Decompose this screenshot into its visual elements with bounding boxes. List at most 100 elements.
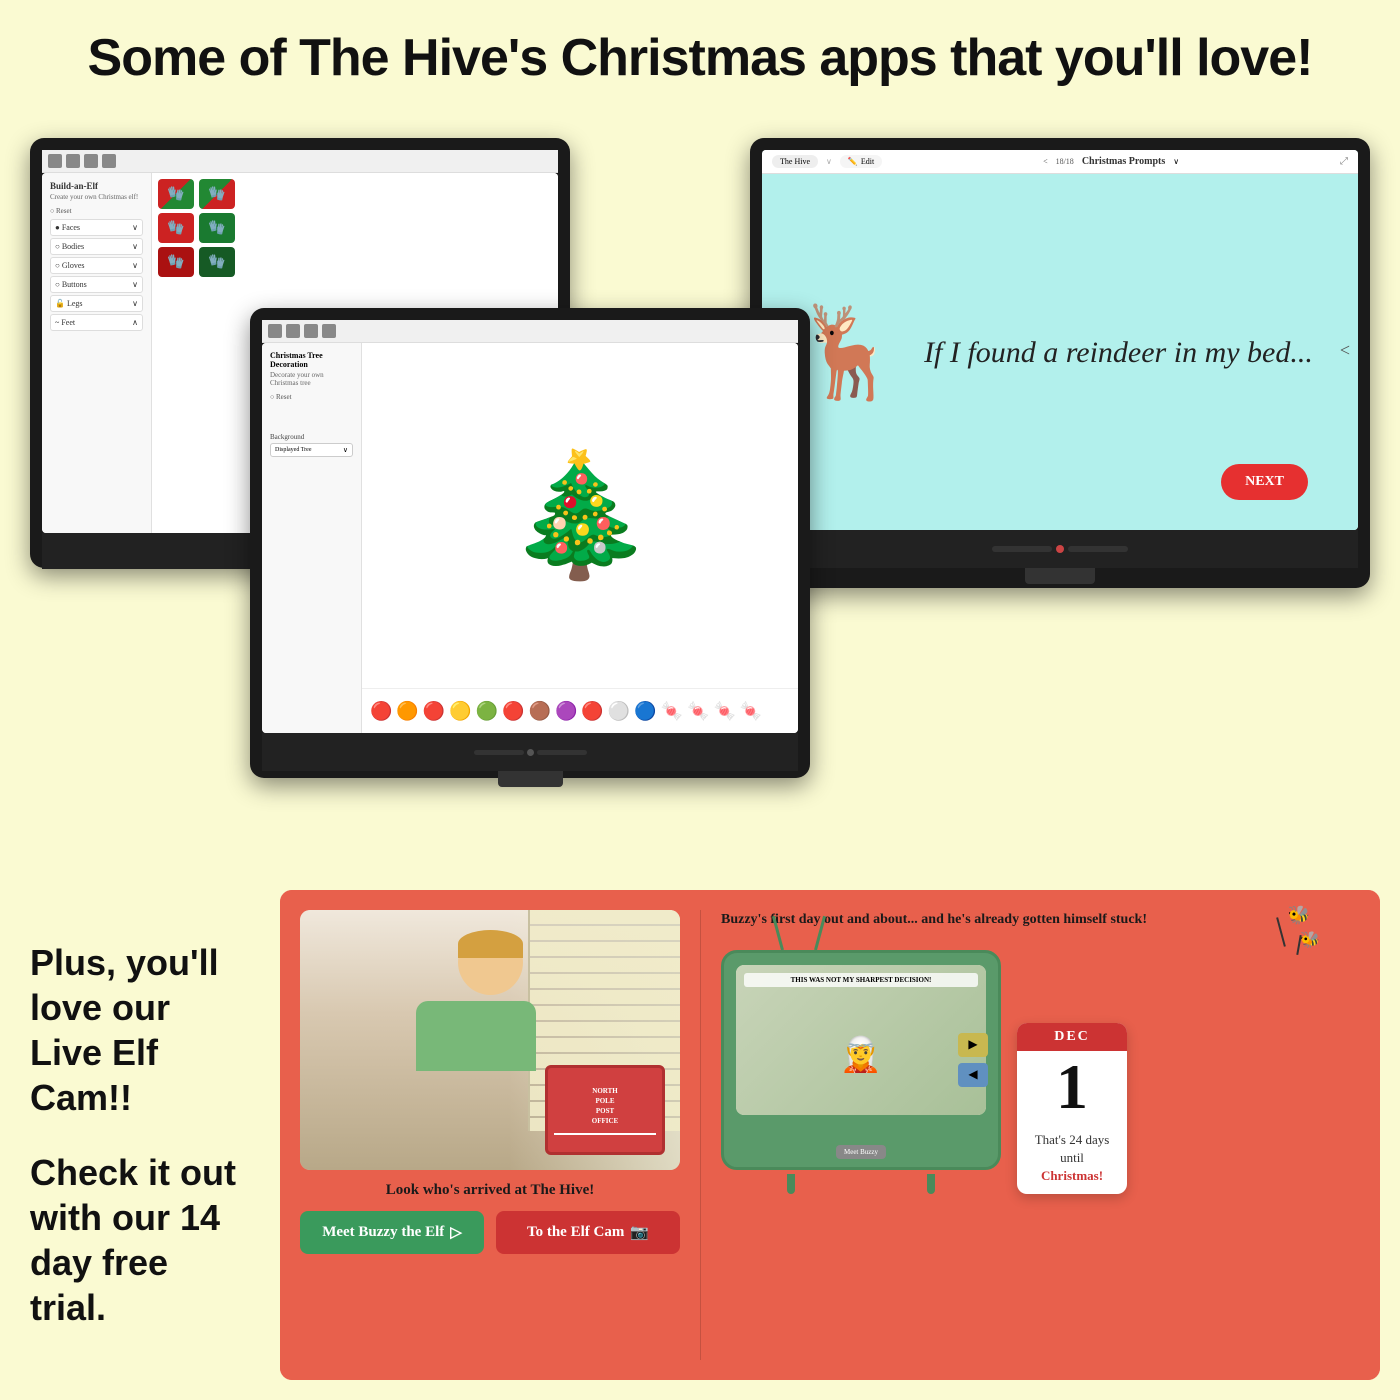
prompts-edit[interactable]: ✏️ Edit: [840, 155, 882, 168]
candy-2[interactable]: 🍬: [687, 701, 709, 722]
video-preview: NORTHPOLEPOSTOFFICE: [300, 910, 680, 1170]
ornament-3[interactable]: 🔴: [423, 701, 445, 722]
toolbar-btn-2[interactable]: [66, 154, 80, 168]
tv-legs: [721, 1174, 1001, 1194]
tv-screen: THIS WAS NOT MY SHARPEST DECISION! 🧝: [736, 965, 986, 1115]
tree-screen: Christmas Tree Decoration Decorate your …: [262, 343, 798, 733]
prompts-next-arrow[interactable]: <: [1340, 340, 1350, 361]
calendar-countdown: That's 24 days until Christmas!: [1017, 1123, 1127, 1194]
tv-meet-buzzy[interactable]: Meet Buzzy: [836, 1145, 886, 1159]
tree-toolbar-btn-1[interactable]: [268, 324, 282, 338]
prompts-screen: The Hive ∨ ✏️ Edit < 18/18 Christmas Pro…: [762, 150, 1358, 530]
build-elf-items: 🧤 🧤 🧤 🧤 🧤 🧤: [152, 173, 242, 533]
candy-4[interactable]: 🍬: [740, 701, 762, 722]
toolbar-center: [262, 320, 798, 343]
calendar-card: DEC 1 That's 24 days until Christmas!: [1017, 1023, 1127, 1194]
tv-set: THIS WAS NOT MY SHARPEST DECISION! 🧝 ▶ ◀…: [721, 950, 1001, 1170]
tree-ornaments-bar: 🔴 🟠 🔴 🟡 🟢 🔴 🟤 🟣 🔴 ⚪ 🔵 🍬 🍬 🍬: [362, 688, 798, 733]
category-feet[interactable]: ~ Feet∧: [50, 314, 143, 331]
ornament-10[interactable]: ⚪: [608, 701, 630, 722]
category-buttons[interactable]: ○ Buttons∨: [50, 276, 143, 293]
build-elf-reset[interactable]: ○ Reset: [50, 207, 143, 215]
toolbar-btn-1[interactable]: [48, 154, 62, 168]
ornament-11[interactable]: 🔵: [634, 701, 656, 722]
tree-toolbar-btn-2[interactable]: [286, 324, 300, 338]
ornament-8[interactable]: 🟣: [555, 701, 577, 722]
elf-item-5[interactable]: 🧤: [158, 247, 194, 277]
tree-sidebar: Christmas Tree Decoration Decorate your …: [262, 343, 362, 733]
bottom-section: Plus, you'll love our Live Elf Cam!! Che…: [0, 870, 1400, 1400]
christmas-tree-emoji: 🎄: [505, 446, 654, 586]
page-header: Some of The Hive's Christmas apps that y…: [0, 0, 1400, 98]
trial-text: Check it out with our 14 day free trial.: [30, 1150, 250, 1330]
monitor-center-bezel: [262, 733, 798, 771]
video-caption: Look who's arrived at The Hive!: [300, 1182, 680, 1199]
ornament-6[interactable]: 🔴: [502, 701, 524, 722]
category-bodies[interactable]: ○ Bodies∨: [50, 238, 143, 255]
tree-content: Christmas Tree Decoration Decorate your …: [262, 343, 798, 733]
prompts-title-dropdown[interactable]: ∨: [1173, 157, 1179, 166]
left-text-panel: Plus, you'll love our Live Elf Cam!! Che…: [0, 870, 280, 1400]
monitor-tree: Christmas Tree Decoration Decorate your …: [250, 308, 810, 778]
elf-item-1[interactable]: 🧤: [158, 179, 194, 209]
prompts-page: 18/18: [1056, 157, 1074, 166]
elf-item-4[interactable]: 🧤: [199, 213, 235, 243]
prompts-nav: <: [1043, 157, 1048, 166]
tree-bg-select[interactable]: Displayed Tree ∨: [270, 443, 353, 457]
prompts-fullscreen[interactable]: ⤢: [1340, 156, 1348, 167]
screens-area: Build-an-Elf Create your own Christmas e…: [0, 108, 1400, 768]
toolbar-left: [42, 150, 558, 173]
ornament-4[interactable]: 🟡: [449, 701, 471, 722]
prompts-toolbar: The Hive ∨ ✏️ Edit < 18/18 Christmas Pro…: [762, 150, 1358, 174]
tv-screen-label: THIS WAS NOT MY SHARPEST DECISION!: [744, 973, 978, 987]
elf-item-3[interactable]: 🧤: [158, 213, 194, 243]
ornament-2[interactable]: 🟠: [396, 701, 418, 722]
tv-controls: ▶ ◀: [958, 1033, 988, 1087]
promo-right-panel: 🐝 🐝 Buzzy's first day out and about... a…: [701, 890, 1380, 1380]
monitor-right-stand: [1025, 568, 1095, 584]
page-title: Some of The Hive's Christmas apps that y…: [20, 28, 1380, 88]
elf-on-tv: 🧝: [840, 1035, 882, 1075]
tv-container: THIS WAS NOT MY SHARPEST DECISION! 🧝 ▶ ◀…: [721, 950, 1360, 1194]
monitor-prompts: The Hive ∨ ✏️ Edit < 18/18 Christmas Pro…: [750, 138, 1370, 588]
meet-buzzy-button[interactable]: Meet Buzzy the Elf ▷: [300, 1211, 484, 1254]
elf-item-2[interactable]: 🧤: [199, 179, 235, 209]
calendar-month: DEC: [1017, 1023, 1127, 1051]
tree-subtitle: Decorate your own Christmas tree: [270, 371, 353, 387]
tv-btn-back[interactable]: ◀: [958, 1063, 988, 1087]
build-elf-title: Build-an-Elf: [50, 181, 143, 191]
build-elf-sidebar: Build-an-Elf Create your own Christmas e…: [42, 173, 152, 533]
prompts-text: If I found a reindeer in my bed...: [924, 333, 1313, 372]
category-faces[interactable]: ● Faces∨: [50, 219, 143, 236]
category-gloves[interactable]: ○ Gloves∨: [50, 257, 143, 274]
prompts-content: The Hive ∨ ✏️ Edit < 18/18 Christmas Pro…: [762, 150, 1358, 530]
tree-bg-label: Background: [270, 433, 353, 441]
promo-buttons: Meet Buzzy the Elf ▷ To the Elf Cam 📷: [300, 1211, 680, 1254]
promo-left-panel: NORTHPOLEPOSTOFFICE Look who's arrived a…: [280, 890, 700, 1380]
monitor-center-stand: [498, 771, 563, 787]
tree-toolbar-btn-3[interactable]: [304, 324, 318, 338]
category-legs[interactable]: 🔓 Legs∨: [50, 295, 143, 312]
ornament-1[interactable]: 🔴: [370, 701, 392, 722]
tv-leg-left: [787, 1174, 795, 1194]
ornament-7[interactable]: 🟤: [529, 701, 551, 722]
candy-3[interactable]: 🍬: [713, 701, 735, 722]
prompts-next-button[interactable]: NEXT: [1221, 464, 1308, 500]
ornament-9[interactable]: 🔴: [581, 701, 603, 722]
tree-reset[interactable]: ○ Reset: [270, 393, 353, 401]
elf-cam-button[interactable]: To the Elf Cam 📷: [496, 1211, 680, 1254]
tree-preview: 🎄: [362, 343, 798, 688]
elf-item-6[interactable]: 🧤: [199, 247, 235, 277]
toolbar-btn-3[interactable]: [84, 154, 98, 168]
bees-decoration: 🐝 🐝: [1240, 905, 1320, 975]
tv-btn-forward[interactable]: ▶: [958, 1033, 988, 1057]
prompts-hive: The Hive: [772, 155, 818, 168]
ornament-5[interactable]: 🟢: [476, 701, 498, 722]
tv-screen-content: THIS WAS NOT MY SHARPEST DECISION! 🧝: [736, 965, 986, 1115]
promo-text: Plus, you'll love our Live Elf Cam!!: [30, 940, 250, 1120]
calendar-day: 1: [1017, 1051, 1127, 1123]
candy-1[interactable]: 🍬: [661, 701, 683, 722]
camera-icon: 📷: [630, 1223, 649, 1242]
tree-toolbar-btn-4[interactable]: [322, 324, 336, 338]
toolbar-btn-4[interactable]: [102, 154, 116, 168]
